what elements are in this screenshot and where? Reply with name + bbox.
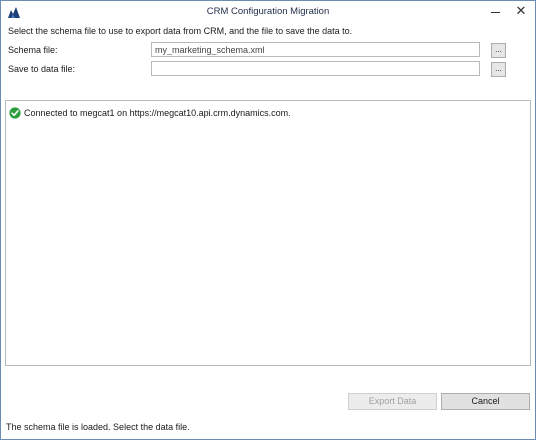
title-bar[interactable]: CRM Configuration Migration ✕ xyxy=(1,1,535,23)
data-file-input[interactable] xyxy=(151,61,480,76)
data-file-browse-button[interactable]: ... xyxy=(491,62,506,77)
instruction-text: Select the schema file to use to export … xyxy=(8,26,353,36)
log-entry: Connected to megcat1 on https://megcat10… xyxy=(9,107,291,119)
window-title: CRM Configuration Migration xyxy=(206,6,330,17)
check-circle-icon xyxy=(9,107,21,119)
status-bar-text: The schema file is loaded. Select the da… xyxy=(6,422,190,432)
log-entry-text: Connected to megcat1 on https://megcat10… xyxy=(24,108,291,118)
schema-file-input[interactable] xyxy=(151,42,480,57)
close-icon: ✕ xyxy=(515,4,527,19)
data-file-label: Save to data file: xyxy=(8,64,76,74)
log-panel[interactable]: Connected to megcat1 on https://megcat10… xyxy=(5,100,531,366)
schema-file-label: Schema file: xyxy=(8,45,58,55)
schema-browse-button[interactable]: ... xyxy=(491,43,506,58)
export-data-button[interactable]: Export Data xyxy=(348,393,437,410)
close-button[interactable]: ✕ xyxy=(511,4,531,20)
minimize-button[interactable] xyxy=(483,4,507,20)
migration-window: CRM Configuration Migration ✕ Select the… xyxy=(0,0,536,440)
cancel-button[interactable]: Cancel xyxy=(441,393,530,410)
